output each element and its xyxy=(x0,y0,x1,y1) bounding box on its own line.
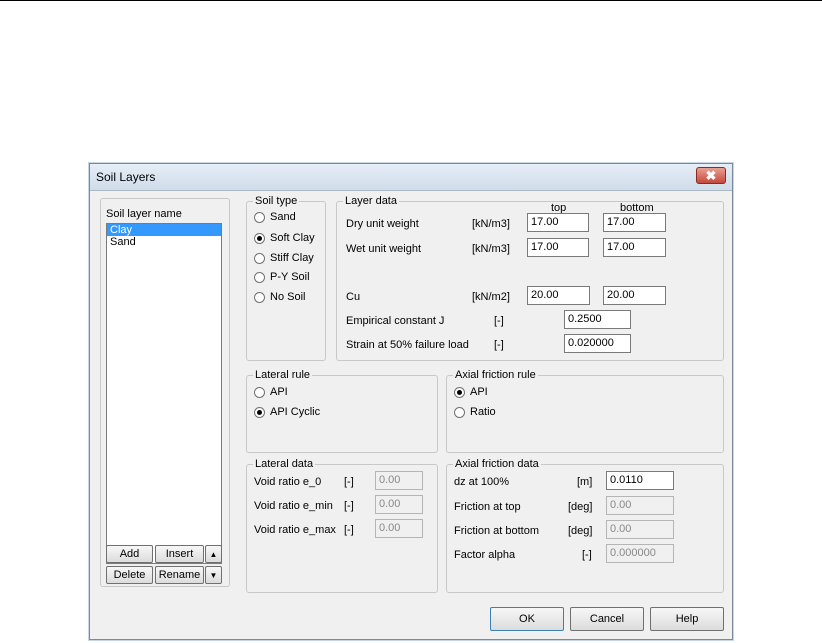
void-ratio-emax-label: Void ratio e_max xyxy=(254,524,336,536)
dry-unit-weight-top-input[interactable]: 17.00 xyxy=(527,213,589,232)
wet-unit-weight-top-input[interactable]: 17.00 xyxy=(527,238,589,257)
friction-top-label: Friction at top xyxy=(454,501,521,513)
dz-input[interactable]: 0.0110 xyxy=(606,471,674,490)
add-button[interactable]: Add xyxy=(106,545,153,563)
void-ratio-emax-unit: [-] xyxy=(344,524,354,536)
friction-bottom-unit: [deg] xyxy=(568,525,593,537)
void-ratio-e0-unit: [-] xyxy=(344,476,354,488)
soil-type-label: Soil type xyxy=(253,195,300,208)
radio-stiff-clay[interactable] xyxy=(254,253,265,264)
wet-unit-weight-label: Wet unit weight xyxy=(346,243,422,255)
radio-sand[interactable] xyxy=(254,212,265,223)
insert-button[interactable]: Insert xyxy=(155,545,204,563)
void-ratio-emin-label: Void ratio e_min xyxy=(254,500,333,512)
dry-unit-weight-bottom-input[interactable]: 17.00 xyxy=(603,213,666,232)
void-ratio-e0-label: Void ratio e_0 xyxy=(254,476,322,488)
axial-rule-label: Axial friction rule xyxy=(453,369,538,382)
empirical-constant-unit: [-] xyxy=(494,315,504,327)
arrow-down-icon: ▼ xyxy=(209,571,218,580)
soil-layer-name-label: Soil layer name xyxy=(106,208,182,220)
radio-sand-label[interactable]: Sand xyxy=(270,211,296,224)
friction-top-unit: [deg] xyxy=(568,501,593,513)
radio-axial-api[interactable] xyxy=(454,387,465,398)
layer-data-label: Layer data xyxy=(343,195,399,208)
top-divider-line xyxy=(0,0,822,1)
help-button[interactable]: Help xyxy=(650,607,724,631)
arrow-up-icon: ▲ xyxy=(209,550,218,559)
radio-lateral-api-cyclic-label[interactable]: API Cyclic xyxy=(270,406,320,419)
delete-button[interactable]: Delete xyxy=(106,566,153,584)
list-item-clay[interactable]: Clay xyxy=(107,224,221,236)
cu-unit: [kN/m2] xyxy=(472,291,510,303)
title-bar[interactable]: Soil Layers ✖ xyxy=(90,164,732,191)
radio-py-soil-label[interactable]: P-Y Soil xyxy=(270,271,310,284)
factor-alpha-input[interactable]: 0.000000 xyxy=(606,544,674,563)
cu-bottom-input[interactable]: 20.00 xyxy=(603,286,666,305)
close-button[interactable]: ✖ xyxy=(696,167,726,184)
strain-input[interactable]: 0.020000 xyxy=(564,334,631,353)
friction-top-input[interactable]: 0.00 xyxy=(606,496,674,515)
dry-unit-weight-label: Dry unit weight xyxy=(346,218,419,230)
void-ratio-emin-unit: [-] xyxy=(344,500,354,512)
cu-top-input[interactable]: 20.00 xyxy=(527,286,590,305)
soil-layers-dialog: Soil Layers ✖ Soil layer name Clay Sand … xyxy=(89,163,733,640)
ok-button[interactable]: OK xyxy=(490,607,564,631)
factor-alpha-unit: [-] xyxy=(582,549,592,561)
list-item-sand[interactable]: Sand xyxy=(107,236,221,248)
dry-unit-weight-unit: [kN/m3] xyxy=(472,218,510,230)
move-up-button[interactable]: ▲ xyxy=(205,545,222,563)
radio-soft-clay-label[interactable]: Soft Clay xyxy=(270,232,315,245)
wet-unit-weight-unit: [kN/m3] xyxy=(472,243,510,255)
radio-axial-api-label[interactable]: API xyxy=(470,386,488,399)
friction-bottom-input[interactable]: 0.00 xyxy=(606,520,674,539)
lateral-rule-label: Lateral rule xyxy=(253,369,313,382)
radio-no-soil-label[interactable]: No Soil xyxy=(270,291,305,304)
factor-alpha-label: Factor alpha xyxy=(454,549,516,561)
friction-bottom-label: Friction at bottom xyxy=(454,525,539,537)
radio-stiff-clay-label[interactable]: Stiff Clay xyxy=(270,252,314,265)
cu-label: Cu xyxy=(346,291,361,303)
cancel-button[interactable]: Cancel xyxy=(570,607,644,631)
dz-label: dz at 100% xyxy=(454,476,510,488)
radio-lateral-api-cyclic[interactable] xyxy=(254,407,265,418)
radio-lateral-api-label[interactable]: API xyxy=(270,386,288,399)
axial-data-label: Axial friction data xyxy=(453,458,541,471)
radio-py-soil[interactable] xyxy=(254,272,265,283)
void-ratio-emin-input[interactable]: 0.00 xyxy=(375,495,423,514)
strain-unit: [-] xyxy=(494,339,504,351)
dz-unit: [m] xyxy=(577,476,593,488)
empirical-constant-input[interactable]: 0.2500 xyxy=(564,310,631,329)
move-down-button[interactable]: ▼ xyxy=(205,566,222,584)
void-ratio-e0-input[interactable]: 0.00 xyxy=(375,471,423,490)
window-title: Soil Layers xyxy=(96,170,156,184)
wet-unit-weight-bottom-input[interactable]: 17.00 xyxy=(603,238,666,257)
radio-axial-ratio[interactable] xyxy=(454,407,465,418)
empirical-constant-label: Empirical constant J xyxy=(346,315,445,327)
lateral-data-label: Lateral data xyxy=(253,458,316,471)
close-icon: ✖ xyxy=(705,168,717,183)
void-ratio-emax-input[interactable]: 0.00 xyxy=(375,519,423,538)
soil-layer-list[interactable]: Clay Sand xyxy=(106,223,222,564)
radio-axial-ratio-label[interactable]: Ratio xyxy=(470,406,496,419)
strain-label: Strain at 50% failure load xyxy=(346,339,469,351)
radio-no-soil[interactable] xyxy=(254,292,265,303)
rename-button[interactable]: Rename xyxy=(155,566,204,584)
radio-lateral-api[interactable] xyxy=(254,387,265,398)
radio-soft-clay[interactable] xyxy=(254,233,265,244)
